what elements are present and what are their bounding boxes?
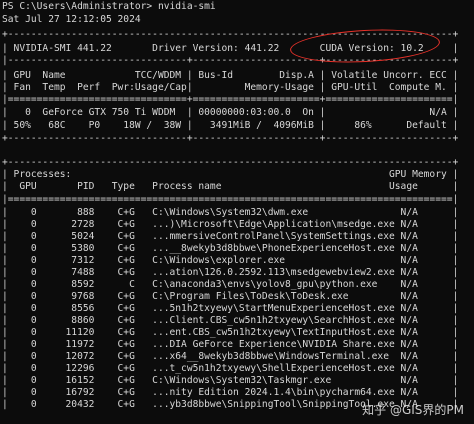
process-row: | 0 12296 C+G ...t_cw5n1h2txyewy\ShellEx… <box>2 363 459 374</box>
process-row: | 0 5024 C+G ...mmersiveControlPanel\Sys… <box>2 231 459 242</box>
process-row: | 0 2728 C+G ...)\Microsoft\Edge\Applica… <box>2 219 459 230</box>
zhihu-watermark: 知乎 @GIS界的PM <box>362 403 464 417</box>
process-row: | 0 16152 C+G C:\Windows\System32\Taskmg… <box>2 375 459 386</box>
process-row: | 0 8592 C C:\anaconda3\envs\yolov8_gpu\… <box>2 279 459 290</box>
process-row: | 0 11972 C+G ...DIA GeForce Experience\… <box>2 339 459 350</box>
processes-border-top: +---------------------------------------… <box>2 157 459 168</box>
process-row: | 0 7312 C+G C:\Windows\explorer.exe N/A… <box>2 255 459 266</box>
process-row: | 0 5380 C+G ...__8wekyb3d8bbwe\PhoneExp… <box>2 243 459 254</box>
process-row: | 0 12072 C+G ...x64__8wekyb3d8bbwe\Wind… <box>2 351 459 362</box>
processes-header: | GPU PID Type Process name Usage | <box>2 181 459 192</box>
gpu-column-header-1: | GPU Name TCC/WDDM | Bus-Id Disp.A | Vo… <box>2 70 459 81</box>
processes-double-separator: |=======================================… <box>2 194 459 205</box>
smi-double-separator: |===============================+=======… <box>2 94 459 105</box>
terminal-window[interactable]: PS C:\Users\Administrator> nvidia-smi Sa… <box>0 0 474 424</box>
process-row: | 0 7488 C+G ...ation\126.0.2592.113\mse… <box>2 267 459 278</box>
smi-border-bottom: +-------------------------------+-------… <box>2 133 459 144</box>
process-row: | 0 9768 C+G C:\Program Files\ToDesk\ToD… <box>2 291 459 302</box>
gpu-row-1: | 0 GeForce GTX 750 Ti WDDM | 00000000:0… <box>2 107 459 118</box>
smi-timestamp: Sat Jul 27 12:12:05 2024 <box>2 14 141 25</box>
gpu-column-header-2: | Fan Temp Perf Pwr:Usage/Cap| Memory-Us… <box>2 82 459 93</box>
command-prompt: PS C:\Users\Administrator> nvidia-smi <box>2 1 216 12</box>
process-row: | 0 888 C+G C:\Windows\System32\dwm.exe … <box>2 207 459 218</box>
process-row: | 0 16792 C+G ...nity Edition 2024.1.4\b… <box>2 387 459 398</box>
processes-title: | Processes: GPU Memory | <box>2 169 459 180</box>
gpu-row-2: | 50% 68C P0 18W / 38W | 3491MiB / 4096M… <box>2 120 459 131</box>
process-row: | 0 11120 C+G ...ent.CBS_cw5n1h2txyewy\T… <box>2 327 459 338</box>
process-row: | 0 8556 C+G ...5n1h2txyewy\StartMenuExp… <box>2 303 459 314</box>
process-row: | 0 8860 C+G ...Client.CBS_cw5n1h2txyewy… <box>2 315 459 326</box>
